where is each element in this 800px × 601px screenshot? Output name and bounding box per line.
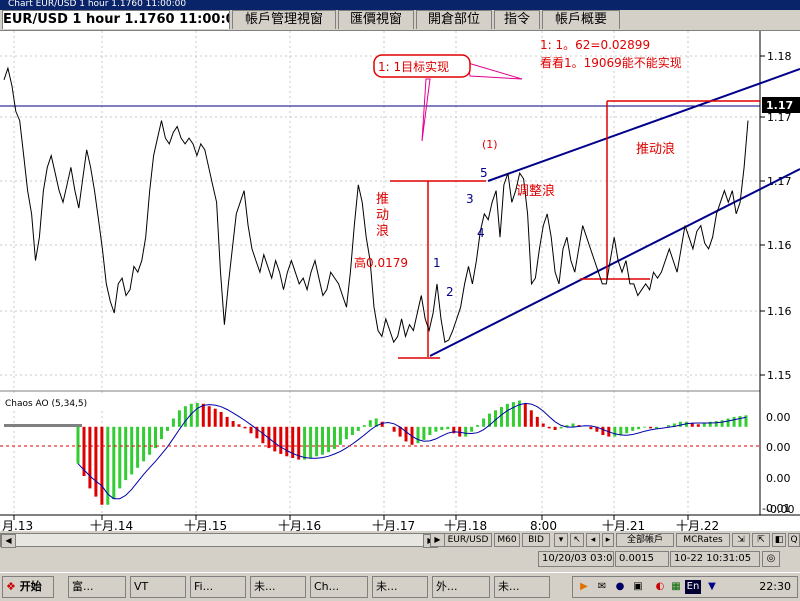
time-tick-label: 十月.22 — [676, 519, 719, 531]
tool-icon-4[interactable]: Q — [788, 533, 800, 547]
tab-bar: EUR/USD 1 hour 1.1760 11:00:00 帳戶管理視窗 匯價… — [0, 10, 800, 31]
time-tick-label: 十月.15 — [184, 519, 227, 531]
tray-icon-6[interactable]: ▦ — [669, 580, 683, 594]
price-chart[interactable]: 1.18 1.17 1.17 1.16 1.16 1.15 0.00 0.00 0.00 -0.0… — [0, 31, 800, 531]
taskbar-item-2[interactable]: VT — [130, 576, 186, 598]
cursor-icon[interactable]: ↖ — [570, 533, 584, 547]
taskbar-item-5[interactable]: Ch... — [310, 576, 368, 598]
taskbar-item-7[interactable]: 外... — [432, 576, 490, 598]
current-price-label: 1.17 — [766, 99, 793, 112]
wave-label-3: 3 — [466, 192, 474, 206]
wave-label-4: 4 — [477, 226, 485, 240]
start-button-label: 开始 — [19, 580, 42, 593]
price-tick-label: 1.18 — [767, 50, 792, 63]
windows-taskbar: ❖ 开始 富... VT Fi... 未... Ch... 未... 外... … — [0, 572, 800, 601]
correction-wave-label: 调整浪 — [516, 184, 555, 199]
note-line-2: 看看1。19069能不能实现 — [540, 55, 682, 70]
ao-tick-label: 0.00 — [766, 411, 791, 424]
tab-open-positions[interactable]: 開倉部位 — [416, 10, 492, 29]
window-titlebar: Chart EUR/USD 1 hour 1.1760 11:00:00 — [0, 0, 800, 10]
wave-label-5: 5 — [480, 166, 488, 180]
system-tray: ▶ ✉ ● ▣ ◐ ▦ En ▼ 22:30 — [572, 576, 798, 598]
tool-icon-3[interactable]: ◧ — [772, 533, 786, 547]
time-tick-label: 十月.21 — [602, 519, 645, 531]
taskbar-clock: 22:30 — [759, 580, 791, 593]
arrow-right-icon[interactable]: ▸ — [602, 533, 614, 547]
scroll-left-icon[interactable]: ◀ — [1, 534, 16, 548]
chart-tab-price-type[interactable]: BID — [522, 533, 550, 547]
target-callout-text: 1: 1目标实现 — [378, 59, 449, 74]
ao-tick-label: 0.00 — [766, 441, 791, 454]
price-tick-label: 1.15 — [767, 369, 792, 382]
push-wave-left-char: 推 — [376, 192, 389, 207]
media-icon[interactable]: ▶ — [577, 580, 591, 594]
taskbar-item-8[interactable]: 未... — [494, 576, 550, 598]
tray-icon-5[interactable]: ◐ — [653, 580, 667, 594]
taskbar-item-3[interactable]: Fi... — [190, 576, 246, 598]
chart-tab-symbol[interactable]: EUR/USD — [444, 533, 492, 547]
indicator-label: Chaos AO (5,34,5) — [5, 399, 87, 409]
horizontal-scrollbar[interactable]: ◀ ▶ — [0, 533, 438, 548]
arrow-left-icon[interactable]: ◂ — [586, 533, 600, 547]
taskbar-item-4[interactable]: 未... — [250, 576, 306, 598]
tab-account-management[interactable]: 帳戶管理視窗 — [232, 10, 336, 29]
push-wave-left-char: 动 — [376, 208, 389, 223]
connection-icon: ◎ — [762, 551, 780, 567]
start-button[interactable]: ❖ 开始 — [2, 576, 54, 598]
time-tick-label: 十月.14 — [90, 519, 133, 531]
wave-label-2: 2 — [446, 285, 454, 299]
time-tick-label: 十月.18 — [444, 519, 487, 531]
push-wave-label-right: 推动浪 — [636, 142, 675, 157]
tool-icon-2[interactable]: ⇱ — [752, 533, 770, 547]
taskbar-item-6[interactable]: 未... — [372, 576, 428, 598]
ao-tick-label: 0.00 — [766, 472, 791, 485]
dropdown-arrow-icon[interactable]: ▾ — [554, 533, 568, 547]
network-icon[interactable]: ● — [613, 580, 627, 594]
chart-nav-right-icon[interactable]: ▶ — [430, 533, 445, 547]
note-line-1: 1: 1。62=0.02899 — [540, 38, 650, 52]
time-tick-label: 十月.16 — [278, 519, 321, 531]
tray-icon-2[interactable]: ✉ — [595, 580, 609, 594]
tab-rates[interactable]: 匯價視窗 — [338, 10, 414, 29]
chart-status-area: ◀ ▶ ▶ EUR/USD M60 BID ▾ ↖ ◂ ▸ 全部帳戶 MCRat… — [0, 533, 800, 569]
taskbar-item-1[interactable]: 富... — [68, 576, 126, 598]
price-tick-label: 1.16 — [767, 305, 792, 318]
windows-logo-icon: ❖ — [6, 580, 16, 593]
time-tick-label: 十月.17 — [372, 519, 415, 531]
wave-label-1: 1 — [433, 256, 441, 270]
tool-icon-1[interactable]: ⇲ — [732, 533, 750, 547]
tab-chart[interactable]: EUR/USD 1 hour 1.1760 11:00:00 — [2, 10, 230, 29]
tray-icon-8[interactable]: ▼ — [705, 580, 719, 594]
all-accounts-button[interactable]: 全部帳戶 — [616, 533, 674, 547]
mcrates-button[interactable]: MCRates — [676, 533, 730, 547]
language-indicator[interactable]: En — [685, 580, 701, 594]
window-title: Chart EUR/USD 1 hour 1.1760 11:00:00 — [8, 0, 187, 9]
tab-account-summary[interactable]: 帳戶概要 — [542, 10, 620, 29]
status-value: 0.0015 — [615, 551, 669, 567]
indicator-scrollbar[interactable] — [4, 424, 82, 427]
ao-tick-label: -0.01 — [762, 502, 790, 515]
status-datetime: 10/20/03 03:00 — [538, 551, 614, 567]
status-server-time: 10-22 10:31:05 — [670, 551, 760, 567]
chart-tab-period[interactable]: M60 — [494, 533, 520, 547]
price-tick-label: 1.17 — [767, 175, 792, 188]
height-note: 高0.0179 — [354, 255, 408, 270]
push-wave-left-char: 浪 — [376, 224, 389, 239]
time-tick-label: 月.13 — [2, 519, 33, 531]
push-wave-label-left: 推动浪 — [376, 192, 389, 239]
wave-1-paren-label: (1) — [482, 138, 498, 151]
tab-orders[interactable]: 指令 — [494, 10, 540, 29]
time-tick-label: 8:00 — [530, 519, 557, 531]
price-tick-label: 1.16 — [767, 239, 792, 252]
tray-icon-4[interactable]: ▣ — [631, 580, 645, 594]
